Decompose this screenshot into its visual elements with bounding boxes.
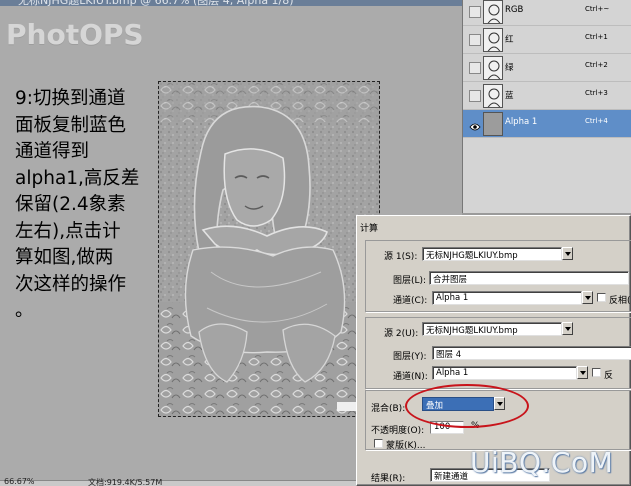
tutorial-line: 面板复制蓝色 xyxy=(15,114,127,136)
channel-row-alpha-1[interactable]: Alpha 1 Ctrl+4 xyxy=(463,110,631,138)
channel-row-green[interactable]: 绿 Ctrl+2 xyxy=(463,54,631,82)
high-pass-photo-selection[interactable] xyxy=(158,81,380,417)
zoom-level[interactable]: 66.67% xyxy=(4,477,35,486)
chevron-down-icon[interactable] xyxy=(582,291,593,304)
source-1-file-select[interactable]: 无标NJHG题LKIUY.bmp xyxy=(422,247,562,261)
source-2-label: 源 2(U): xyxy=(384,329,419,339)
channel-shortcut: Ctrl+1 xyxy=(585,33,608,41)
channel-shortcut: Ctrl+2 xyxy=(585,61,608,69)
source-1-invert-label: 反相( xyxy=(609,296,631,306)
channel-name: 绿 xyxy=(505,63,514,73)
source-2-channel-label: 通道(N): xyxy=(393,372,428,382)
result-label: 结果(R): xyxy=(371,474,406,484)
source-2-layer-label: 图层(Y): xyxy=(393,352,427,362)
source-2-channel-select[interactable]: Alpha 1 xyxy=(432,366,577,380)
visibility-toggle[interactable] xyxy=(469,62,481,74)
highlight-circle xyxy=(405,384,529,428)
source-1-channel-select[interactable]: Alpha 1 xyxy=(432,291,582,305)
source-2-invert-checkbox[interactable] xyxy=(592,368,601,377)
source-2-file-select[interactable]: 无标NJHG题LKIUY.bmp xyxy=(422,322,562,336)
channel-thumbnail xyxy=(483,0,503,24)
tutorial-text: 9:切换到通道 面板复制蓝色 通道得到 alpha1,高反差 保留(2.4象素 … xyxy=(15,86,165,325)
source-1-label: 源 1(S): xyxy=(384,252,418,262)
tutorial-line: 。 xyxy=(15,300,34,321)
source-1-invert-checkbox[interactable] xyxy=(597,293,606,302)
tutorial-line: alpha1,高反差 xyxy=(15,167,140,189)
source-2-layer-select[interactable]: 图层 4 xyxy=(432,346,631,360)
channel-shortcut: Ctrl+3 xyxy=(585,89,608,97)
tutorial-line: 次这样的操作 xyxy=(15,273,127,295)
visibility-toggle[interactable] xyxy=(469,34,481,46)
visibility-toggle[interactable] xyxy=(469,90,481,102)
site-watermark: UiBQ.CoM xyxy=(470,446,614,479)
channel-name: Alpha 1 xyxy=(505,117,538,127)
source-1-layer-label: 图层(L): xyxy=(393,276,427,286)
opacity-label: 不透明度(O): xyxy=(371,426,425,436)
high-pass-photo xyxy=(159,82,379,416)
tutorial-line: 9:切换到通道 xyxy=(15,88,126,109)
source-1-channel-label: 通道(C): xyxy=(393,296,428,306)
channel-name: 红 xyxy=(505,35,514,45)
channel-row-rgb[interactable]: RGB Ctrl+~ xyxy=(463,0,631,26)
channel-row-blue[interactable]: 蓝 Ctrl+3 xyxy=(463,82,631,110)
dialog-title: 计算 xyxy=(360,224,379,234)
tutorial-line: 算如图,做两 xyxy=(15,247,114,268)
chevron-down-icon[interactable] xyxy=(562,322,573,335)
channel-thumbnail xyxy=(483,28,503,52)
channel-thumbnail xyxy=(483,84,503,108)
blending-label: 混合(B): xyxy=(371,404,406,414)
chevron-down-icon[interactable] xyxy=(562,247,573,260)
source-1-layer-select[interactable]: 合并图层 xyxy=(429,271,629,285)
source-2-invert-label: 反 xyxy=(604,371,614,381)
channel-thumbnail xyxy=(483,56,503,80)
channel-shortcut: Ctrl+4 xyxy=(585,117,608,125)
channel-row-red[interactable]: 红 Ctrl+1 xyxy=(463,26,631,54)
photops-logo-text: PhotOPS xyxy=(6,18,144,51)
channel-thumbnail xyxy=(483,112,503,136)
channel-shortcut: Ctrl+~ xyxy=(585,5,610,13)
document-size: 文档:919.4K/5.57M xyxy=(88,478,163,486)
tutorial-line: 保留(2.4象素 xyxy=(15,194,126,215)
channel-name: RGB xyxy=(505,5,524,15)
mask-checkbox[interactable] xyxy=(374,439,383,448)
channels-panel: RGB Ctrl+~ 红 Ctrl+1 绿 Ctrl+2 蓝 Ctrl+3 Al… xyxy=(462,0,631,213)
visibility-toggle[interactable] xyxy=(469,6,481,18)
tutorial-line: 通道得到 xyxy=(15,141,90,162)
eye-icon[interactable] xyxy=(469,118,481,131)
tutorial-line: 左右),点击计 xyxy=(15,220,121,242)
photops-logo: PhotOPS xyxy=(6,18,144,51)
mask-label[interactable]: 蒙版(K)... xyxy=(386,438,426,451)
channel-name: 蓝 xyxy=(505,91,514,101)
chevron-down-icon[interactable] xyxy=(577,366,588,379)
